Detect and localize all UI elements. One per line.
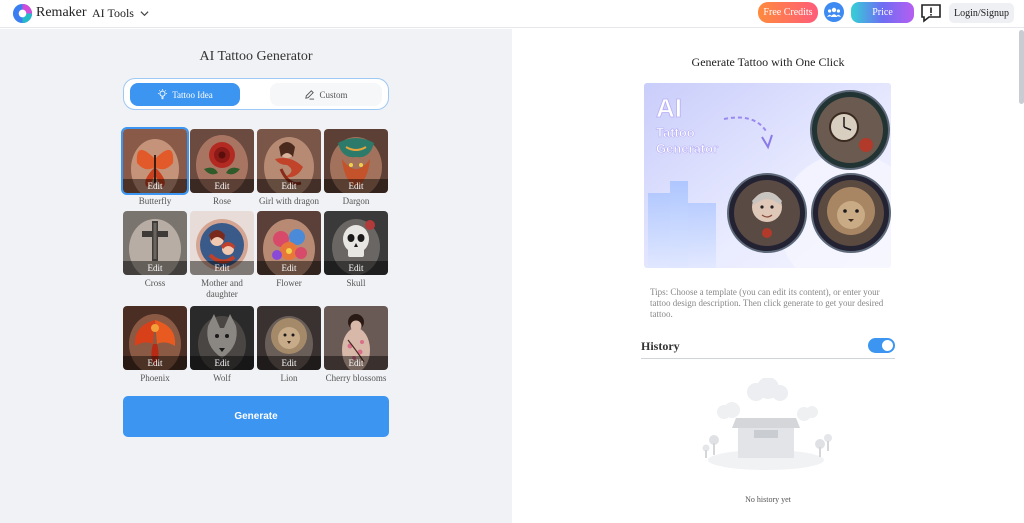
template-thumbnail[interactable]: Edit — [324, 129, 388, 193]
template-wolf[interactable]: Edit Wolf — [190, 306, 254, 384]
banner-line-3: Generator — [656, 141, 718, 156]
template-rose[interactable]: Edit Rose — [190, 129, 254, 207]
lightbulb-icon — [158, 89, 168, 100]
login-signup-button[interactable]: Login/Signup — [949, 3, 1014, 23]
sample-portrait-tattoo — [727, 173, 807, 253]
template-thumbnail[interactable]: Edit — [123, 306, 187, 370]
banner-line-2: Tattoo — [656, 125, 695, 140]
tab-tattoo-idea[interactable]: Tattoo Idea — [130, 83, 240, 106]
edit-label[interactable]: Edit — [324, 179, 388, 193]
result-panel: Generate Tattoo with One Click AI Tattoo… — [512, 29, 1024, 523]
template-thumbnail[interactable]: Edit — [121, 127, 189, 195]
template-mother-and-daughter[interactable]: Edit Mother and daughter — [190, 211, 254, 300]
template-caption: Phoenix — [140, 373, 170, 383]
free-credits-button[interactable]: Free Credits — [758, 2, 818, 23]
edit-label[interactable]: Edit — [324, 261, 388, 275]
template-caption: Lion — [280, 373, 298, 383]
promo-banner: AI Tattoo Generator — [644, 83, 891, 268]
template-thumbnail[interactable]: Edit — [190, 211, 254, 275]
history-heading: History — [641, 339, 680, 353]
community-icon[interactable] — [824, 2, 844, 22]
result-title: Generate Tattoo with One Click — [691, 55, 845, 69]
ai-tools-menu[interactable]: AI Tools — [92, 6, 149, 21]
banner-line-1: AI — [656, 93, 682, 123]
pencil-icon — [305, 90, 315, 100]
template-flower[interactable]: Edit Flower — [257, 211, 321, 289]
page-scrollbar[interactable] — [1019, 30, 1024, 104]
template-caption: Cross — [144, 278, 166, 288]
brand-name[interactable]: Remaker — [36, 5, 87, 21]
ai-tools-label: AI Tools — [92, 6, 134, 20]
empty-history-text: No history yet — [745, 495, 791, 504]
template-girl-with-dragon[interactable]: Edit Girl with dragon — [257, 129, 321, 207]
template-thumbnail[interactable]: Edit — [190, 129, 254, 193]
template-caption: Mother and daughter — [201, 278, 243, 299]
edit-label[interactable]: Edit — [190, 356, 254, 370]
page-title: AI Tattoo Generator — [199, 49, 313, 64]
template-thumbnail[interactable]: Edit — [257, 306, 321, 370]
template-caption: Rose — [213, 196, 231, 206]
edit-label[interactable]: Edit — [257, 261, 321, 275]
remaker-logo-icon[interactable] — [12, 3, 33, 24]
feedback-icon[interactable] — [920, 3, 942, 23]
edit-label[interactable]: Edit — [123, 179, 187, 193]
tips-text: Tips: Choose a template (you can edit it… — [650, 287, 884, 319]
history-divider — [641, 358, 895, 359]
empty-box-illustration — [702, 378, 832, 470]
edit-label[interactable]: Edit — [190, 179, 254, 193]
tattoo-idea-panel: AI Tattoo Generator Tattoo Idea Custom E… — [0, 29, 512, 523]
mode-tabs: Tattoo Idea Custom — [123, 78, 389, 110]
edit-label[interactable]: Edit — [257, 179, 321, 193]
template-caption: Girl with dragon — [259, 196, 319, 206]
template-thumbnail[interactable]: Edit — [324, 211, 388, 275]
template-caption: Dargon — [342, 196, 370, 206]
toggle-knob — [882, 340, 893, 351]
history-toggle[interactable] — [868, 338, 895, 353]
template-caption: Cherry blossoms — [325, 373, 387, 383]
template-caption: Butterfly — [138, 196, 172, 206]
template-caption: Wolf — [213, 373, 231, 383]
template-thumbnail[interactable]: Edit — [257, 211, 321, 275]
price-button[interactable]: Price — [851, 2, 914, 23]
edit-label[interactable]: Edit — [257, 356, 321, 370]
edit-label[interactable]: Edit — [123, 356, 187, 370]
tab-custom[interactable]: Custom — [270, 83, 382, 106]
tab-custom-label: Custom — [319, 89, 348, 100]
template-thumbnail[interactable]: Edit — [123, 211, 187, 275]
template-lion[interactable]: Edit Lion — [257, 306, 321, 384]
edit-label[interactable]: Edit — [190, 261, 254, 275]
edit-label[interactable]: Edit — [123, 261, 187, 275]
template-skull[interactable]: Edit Skull — [324, 211, 388, 289]
top-nav-bar: Remaker AI Tools Free Credits Price Logi… — [0, 0, 1024, 28]
template-cross[interactable]: Edit Cross — [123, 211, 187, 289]
template-cherry-blossoms[interactable]: Edit Cherry blossoms — [324, 306, 388, 384]
generate-button[interactable]: Generate — [123, 396, 389, 437]
edit-label[interactable]: Edit — [324, 356, 388, 370]
sample-lion-tattoo — [811, 173, 891, 253]
template-caption: Flower — [276, 278, 302, 288]
template-caption: Skull — [346, 278, 366, 288]
template-thumbnail[interactable]: Edit — [257, 129, 321, 193]
template-phoenix[interactable]: Edit Phoenix — [123, 306, 187, 384]
template-butterfly[interactable]: Edit Butterfly — [121, 127, 189, 207]
chevron-down-icon — [140, 11, 149, 17]
template-dargon[interactable]: Edit Dargon — [324, 129, 388, 207]
sample-clock-tattoo — [810, 90, 890, 170]
tab-tattoo-idea-label: Tattoo Idea — [172, 89, 213, 100]
template-thumbnail[interactable]: Edit — [190, 306, 254, 370]
template-thumbnail[interactable]: Edit — [324, 306, 388, 370]
